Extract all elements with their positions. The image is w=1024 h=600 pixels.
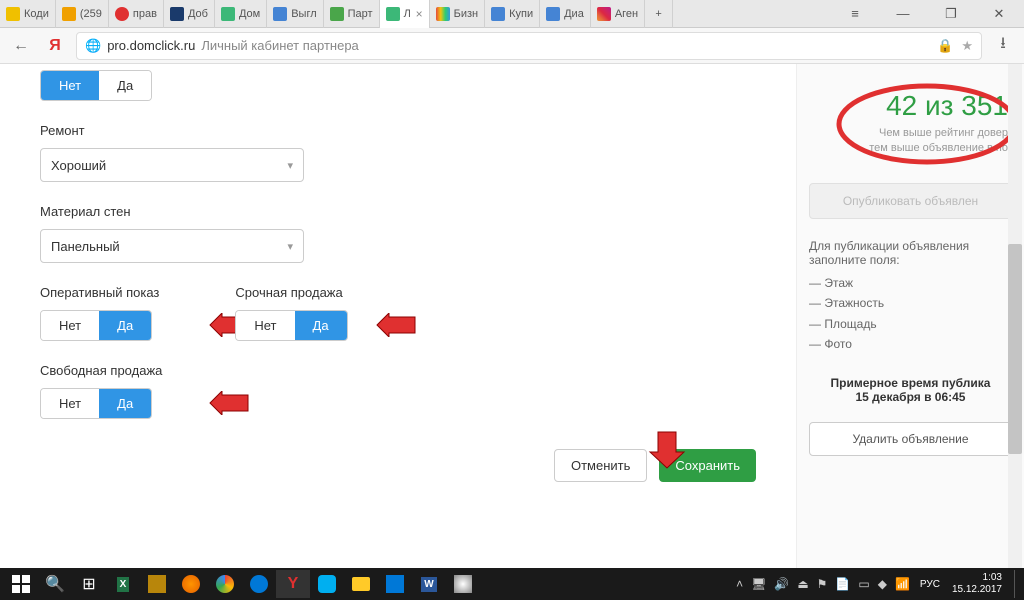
req-floors: — Этажность <box>809 293 1012 313</box>
tb-app-explorer[interactable] <box>344 570 378 598</box>
tb-app-chrome[interactable] <box>208 570 242 598</box>
urgent-no[interactable]: Нет <box>236 311 294 340</box>
download-icon[interactable]: ⭳ <box>990 33 1016 59</box>
requirements-title: Для публикации объявления заполните поля… <box>809 239 1012 267</box>
globe-icon: 🌐 <box>85 38 101 54</box>
tb-app-edge[interactable] <box>242 570 276 598</box>
main-form: Нет Да Ремонт Хороший Материал стен Пане… <box>0 64 796 568</box>
maximize-icon[interactable]: ❐ <box>936 4 966 24</box>
tab-10[interactable]: Диа <box>540 0 591 28</box>
minimize-icon[interactable]: — <box>888 4 918 24</box>
cancel-button[interactable]: Отменить <box>554 449 647 482</box>
tab-2[interactable]: прав <box>109 0 164 28</box>
tab-6[interactable]: Парт <box>324 0 380 28</box>
tray-monitor-icon[interactable]: 🖥 <box>751 577 766 591</box>
urgent-label: Срочная продажа <box>235 285 347 300</box>
url-title: Личный кабинет партнера <box>201 38 358 53</box>
tray-antivirus-icon[interactable]: ◆ <box>878 577 887 591</box>
tray-video-icon[interactable]: ▭ <box>858 577 869 591</box>
new-tab-button[interactable]: + <box>645 0 673 28</box>
urgent-yes[interactable]: Да <box>295 311 347 340</box>
tray-network-icon[interactable]: ⏏ <box>797 577 808 591</box>
free-toggle: Нет Да <box>40 388 152 419</box>
rating-value: 42 из 351 <box>813 90 1008 122</box>
start-button[interactable] <box>4 570 38 598</box>
tb-app-paint[interactable] <box>446 570 480 598</box>
requirements-list: — Этаж — Этажность — Площадь — Фото <box>809 273 1012 355</box>
tb-app-word[interactable]: W <box>412 570 446 598</box>
tb-app-yandex[interactable]: Y <box>276 570 310 598</box>
browser-tabs: Коди (259 прав Доб Дом Выгл Парт Л× Бизн… <box>0 0 1024 28</box>
tray-chevron-icon[interactable]: ˄ <box>736 577 743 591</box>
url-domain: pro.domclick.ru <box>107 38 195 53</box>
free-no[interactable]: Нет <box>41 389 99 418</box>
tab-close-icon[interactable]: × <box>416 7 423 21</box>
repair-select[interactable]: Хороший <box>40 148 304 182</box>
rating-hint: Чем выше рейтинг довер тем выше объявлен… <box>813 126 1008 157</box>
wall-label: Материал стен <box>40 204 796 219</box>
req-floor: — Этаж <box>809 273 1012 293</box>
arrow-annotation-icon <box>208 391 250 415</box>
tab-9[interactable]: Купи <box>485 0 540 28</box>
language-indicator[interactable]: РУС <box>920 579 940 590</box>
show-desktop[interactable] <box>1014 570 1020 598</box>
delete-button[interactable]: Удалить объявление <box>809 422 1012 456</box>
yandex-button[interactable]: Я <box>42 33 68 59</box>
taskbar: 🔍 ⊞ X Y W ˄ 🖥 🔊 ⏏ ⚑ 📄 ▭ ◆ 📶 РУС 1:03 15.… <box>0 568 1024 600</box>
search-icon[interactable]: 🔍 <box>38 570 72 598</box>
tab-8[interactable]: Бизн <box>430 0 485 28</box>
back-button[interactable]: ← <box>8 33 34 59</box>
tab-0[interactable]: Коди <box>0 0 56 28</box>
tab-4[interactable]: Дом <box>215 0 267 28</box>
urgent-toggle: Нет Да <box>235 310 347 341</box>
publish-button[interactable]: Опубликовать объявлен <box>809 183 1012 219</box>
scrollbar-thumb[interactable] <box>1008 244 1022 454</box>
tb-app-notes[interactable] <box>140 570 174 598</box>
arrow-down-annotation-icon <box>648 430 686 470</box>
tab-1[interactable]: (259 <box>56 0 109 28</box>
free-label: Свободная продажа <box>40 363 796 378</box>
menu-icon[interactable]: ≡ <box>840 4 870 24</box>
tray-wifi-icon[interactable]: 📶 <box>895 577 910 591</box>
operative-label: Оперативный показ <box>40 285 159 300</box>
tray-volume-icon[interactable]: 🔊 <box>774 577 789 591</box>
address-bar: ← Я 🌐 pro.domclick.ru Личный кабинет пар… <box>0 28 1024 64</box>
tray-flag-icon[interactable]: ⚑ <box>817 577 828 591</box>
wall-select[interactable]: Панельный <box>40 229 304 263</box>
tray-doc-icon[interactable]: 📄 <box>835 577 850 591</box>
tb-app-excel[interactable]: X <box>106 570 140 598</box>
tb-app-store[interactable] <box>378 570 412 598</box>
tab-11[interactable]: Аген <box>591 0 645 28</box>
repair-label: Ремонт <box>40 123 796 138</box>
req-photo: — Фото <box>809 334 1012 354</box>
vertical-scrollbar[interactable] <box>1008 64 1022 568</box>
operative-no[interactable]: Нет <box>41 311 99 340</box>
operative-yes[interactable]: Да <box>99 311 151 340</box>
lock-icon: 🔒 <box>937 38 953 54</box>
close-window-icon[interactable]: ✕ <box>984 4 1014 24</box>
bookmark-icon[interactable]: ★ <box>961 38 973 54</box>
tb-app-firefox[interactable] <box>174 570 208 598</box>
tab-5[interactable]: Выгл <box>267 0 323 28</box>
operative-toggle: Нет Да <box>40 310 152 341</box>
tab-3[interactable]: Доб <box>164 0 215 28</box>
top-toggle-no[interactable]: Нет <box>41 71 99 100</box>
top-toggle-yes[interactable]: Да <box>99 71 151 100</box>
clock[interactable]: 1:03 15.12.2017 <box>944 572 1010 596</box>
publish-time: Примерное время публика 15 декабря в 06:… <box>809 376 1012 404</box>
task-view-icon[interactable]: ⊞ <box>72 570 106 598</box>
sidebar: 42 из 351 Чем выше рейтинг довер тем выш… <box>796 64 1024 568</box>
tb-app-skype[interactable] <box>310 570 344 598</box>
req-area: — Площадь <box>809 314 1012 334</box>
free-yes[interactable]: Да <box>99 389 151 418</box>
url-input[interactable]: 🌐 pro.domclick.ru Личный кабинет партнер… <box>76 32 982 60</box>
arrow-annotation-icon <box>375 313 417 337</box>
tab-7-active[interactable]: Л× <box>380 0 430 28</box>
top-toggle: Нет Да <box>40 70 152 101</box>
